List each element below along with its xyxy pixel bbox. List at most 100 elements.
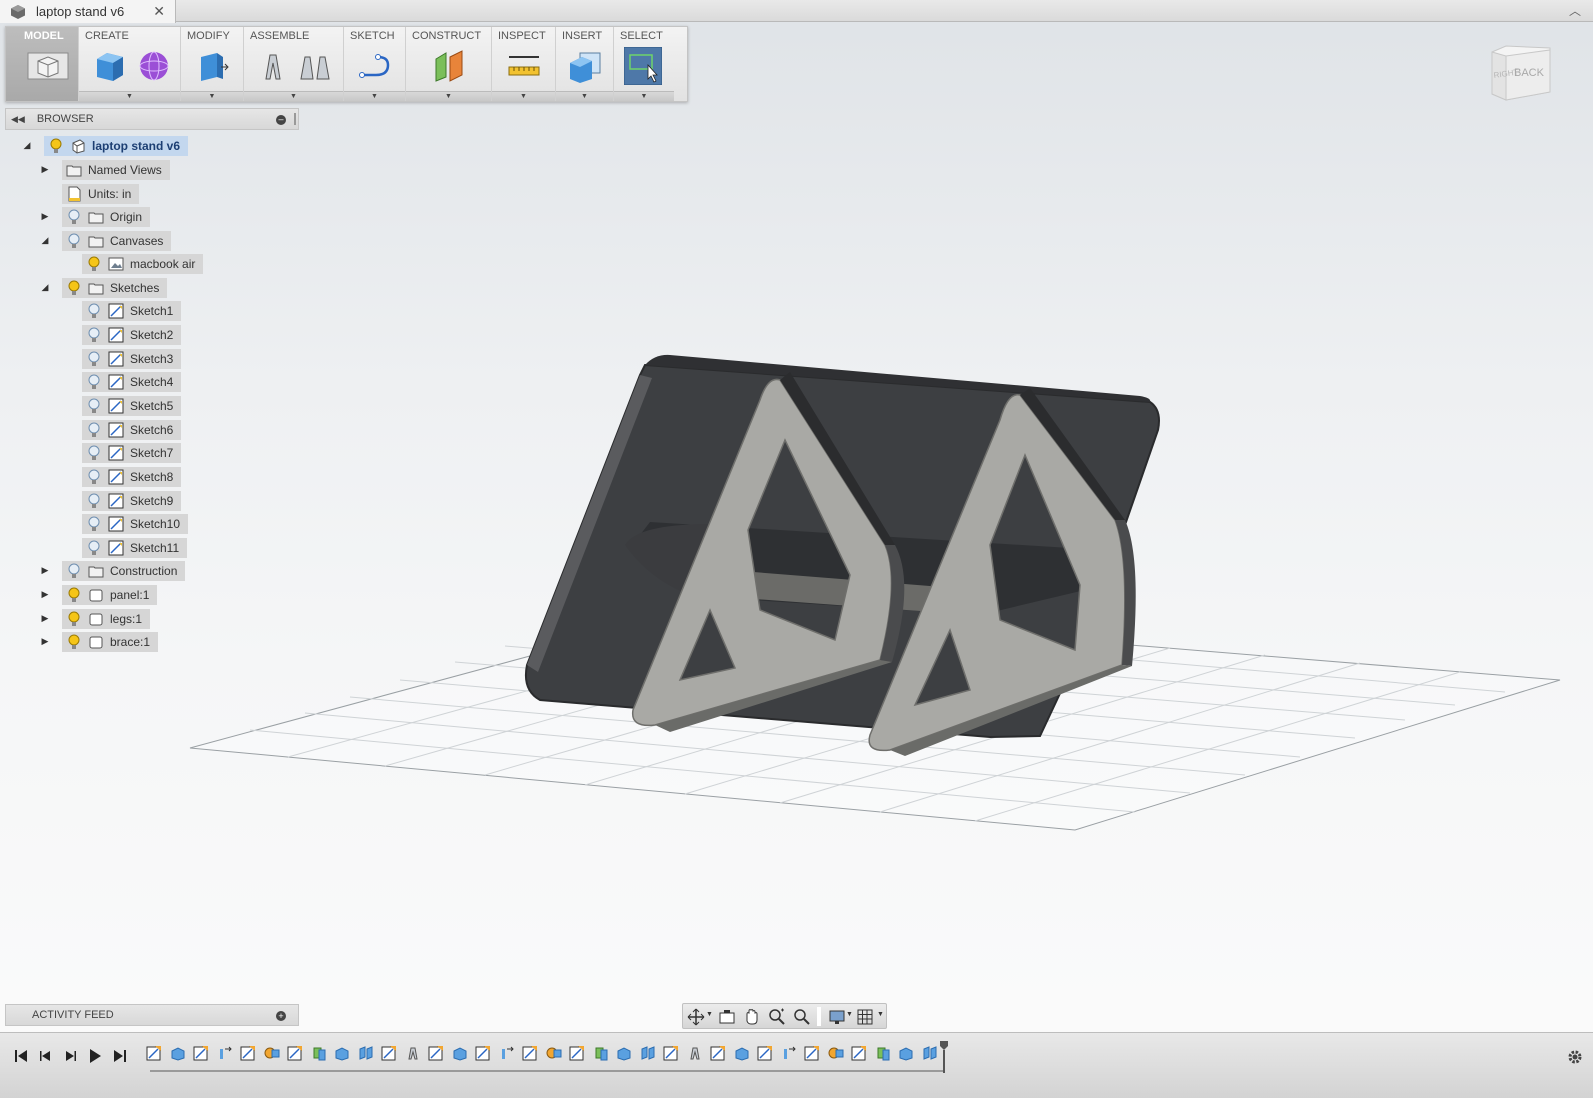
sketch-dropdown[interactable]: ▼ [344, 91, 405, 101]
lightbulb-on-icon[interactable] [66, 634, 82, 650]
timeline-canvas-icon[interactable] [311, 1045, 327, 1061]
tree-chip[interactable]: Origin [62, 206, 151, 227]
create-dropdown[interactable]: ▼ [79, 91, 180, 101]
tree-item-sketch[interactable]: Sketch3 [60, 348, 182, 369]
tree-item-named-views[interactable]: ▶ Named Views [40, 159, 170, 180]
tree-chip[interactable]: panel:1 [62, 584, 158, 605]
timeline-sketch-icon[interactable] [428, 1045, 444, 1061]
tree-chip[interactable]: Sketch9 [82, 490, 182, 511]
timeline-canvas-icon[interactable] [593, 1045, 609, 1061]
timeline-sketch-icon[interactable] [522, 1045, 538, 1061]
panel-grip-icon[interactable] [294, 113, 296, 125]
zoom-window-icon[interactable] [768, 1008, 786, 1026]
timeline-sketch-icon[interactable] [193, 1045, 209, 1061]
step-back-icon[interactable] [37, 1047, 55, 1065]
timeline-sketch-icon[interactable] [569, 1045, 585, 1061]
expand-toggle-icon[interactable]: ▶ [40, 636, 50, 647]
lightbulb-off-icon[interactable] [86, 493, 102, 509]
tree-item-canvases[interactable]: ◢ Canvases [40, 230, 172, 251]
timeline-split-icon[interactable] [640, 1045, 656, 1061]
expand-toggle-icon[interactable]: ▶ [40, 613, 50, 624]
assemble-dropdown[interactable]: ▼ [244, 91, 343, 101]
timeline-combine-icon[interactable] [546, 1045, 562, 1061]
timeline-joint-icon[interactable] [687, 1045, 703, 1061]
tree-chip[interactable]: macbook air [82, 253, 204, 274]
collapse-toggle-icon[interactable]: ◢ [40, 235, 50, 246]
timeline-sketch-icon[interactable] [851, 1045, 867, 1061]
timeline-sketch-icon[interactable] [804, 1045, 820, 1061]
box-icon[interactable] [93, 49, 127, 83]
tree-item-macbook-air[interactable]: macbook air [60, 253, 204, 274]
tree-item-construction[interactable]: ▶ Construction [40, 560, 186, 581]
expand-toggle-icon[interactable]: ▶ [40, 211, 50, 222]
timeline-move-icon[interactable] [781, 1045, 797, 1061]
close-tab-icon[interactable]: ✕ [153, 3, 165, 20]
timeline-extrude-icon[interactable] [734, 1045, 750, 1061]
lightbulb-on-icon[interactable] [48, 138, 64, 154]
timeline-move-icon[interactable] [499, 1045, 515, 1061]
timeline-sketch-icon[interactable] [381, 1045, 397, 1061]
go-to-start-icon[interactable] [12, 1047, 30, 1065]
lightbulb-on-icon[interactable] [66, 280, 82, 296]
tree-item-panel[interactable]: ▶ panel:1 [40, 584, 158, 605]
tree-chip[interactable]: Named Views [62, 159, 170, 180]
offset-plane-icon[interactable] [432, 49, 466, 83]
expand-toggle-icon[interactable]: ▶ [40, 565, 50, 576]
tree-chip[interactable]: Sketch4 [82, 371, 182, 392]
orbit-dropdown-icon[interactable]: ▼ [706, 1011, 713, 1018]
timeline-extrude-icon[interactable] [334, 1045, 350, 1061]
minimize-browser-icon[interactable]: – [276, 115, 286, 125]
lightbulb-on-icon[interactable] [66, 587, 82, 603]
timeline-split-icon[interactable] [922, 1045, 938, 1061]
viewcube[interactable]: RIGHT BACK [1484, 42, 1554, 104]
tree-chip[interactable]: Sketch8 [82, 466, 182, 487]
insert-canvas-icon[interactable] [568, 49, 602, 83]
expand-toggle-icon[interactable]: ▶ [40, 164, 50, 175]
lightbulb-off-icon[interactable] [86, 398, 102, 414]
tree-chip[interactable]: Canvases [62, 230, 172, 251]
tree-item-sketch[interactable]: Sketch5 [60, 395, 182, 416]
tree-item-brace[interactable]: ▶ brace:1 [40, 631, 159, 652]
lightbulb-off-icon[interactable] [86, 303, 102, 319]
tree-item-sketch[interactable]: Sketch11 [60, 537, 188, 558]
timeline-extrude-icon[interactable] [452, 1045, 468, 1061]
lightbulb-off-icon[interactable] [86, 516, 102, 532]
timeline-sketch-icon[interactable] [757, 1045, 773, 1061]
tree-chip[interactable]: Units: in [62, 183, 140, 204]
timeline-sketch-icon[interactable] [240, 1045, 256, 1061]
tree-chip[interactable]: legs:1 [62, 608, 151, 629]
tree-chip[interactable]: Sketch6 [82, 419, 182, 440]
tree-item-legs[interactable]: ▶ legs:1 [40, 608, 151, 629]
tree-chip[interactable]: Sketch1 [82, 300, 182, 321]
tree-item-origin[interactable]: ▶ Origin [40, 206, 151, 227]
lightbulb-on-icon[interactable] [66, 611, 82, 627]
timeline-split-icon[interactable] [358, 1045, 374, 1061]
inspect-dropdown[interactable]: ▼ [492, 91, 555, 101]
window-select-icon[interactable] [624, 47, 662, 85]
pan-hand-icon[interactable] [743, 1008, 761, 1026]
tree-chip[interactable]: Sketches [62, 277, 168, 298]
tree-item-sketch[interactable]: Sketch4 [60, 371, 182, 392]
model-viewport[interactable] [0, 0, 1593, 1098]
tree-root-chip[interactable]: laptop stand v6 [44, 135, 189, 156]
grid-settings-icon[interactable] [857, 1008, 875, 1026]
lightbulb-off-icon[interactable] [66, 233, 82, 249]
timeline-joint-icon[interactable] [405, 1045, 421, 1061]
tree-item-sketch[interactable]: Sketch2 [60, 324, 182, 345]
tree-item-sketches[interactable]: ◢ Sketches [40, 277, 168, 298]
tree-item-units[interactable]: Units: in [40, 183, 140, 204]
construct-dropdown[interactable]: ▼ [406, 91, 491, 101]
lightbulb-off-icon[interactable] [86, 540, 102, 556]
workspace-switcher[interactable]: MODEL [6, 27, 79, 101]
tree-chip[interactable]: Sketch2 [82, 324, 182, 345]
tree-item-sketch[interactable]: Sketch8 [60, 466, 182, 487]
press-pull-icon[interactable] [195, 49, 229, 83]
lightbulb-off-icon[interactable] [86, 374, 102, 390]
expand-toggle-icon[interactable]: ▶ [40, 589, 50, 600]
measure-icon[interactable] [507, 49, 541, 83]
tree-item-sketch[interactable]: Sketch7 [60, 442, 182, 463]
timeline-sketch-icon[interactable] [146, 1045, 162, 1061]
timeline-canvas-icon[interactable] [875, 1045, 891, 1061]
chevron-up-icon[interactable]: ︿ [1569, 2, 1581, 19]
viewcube-back-face[interactable]: BACK [1514, 67, 1545, 79]
